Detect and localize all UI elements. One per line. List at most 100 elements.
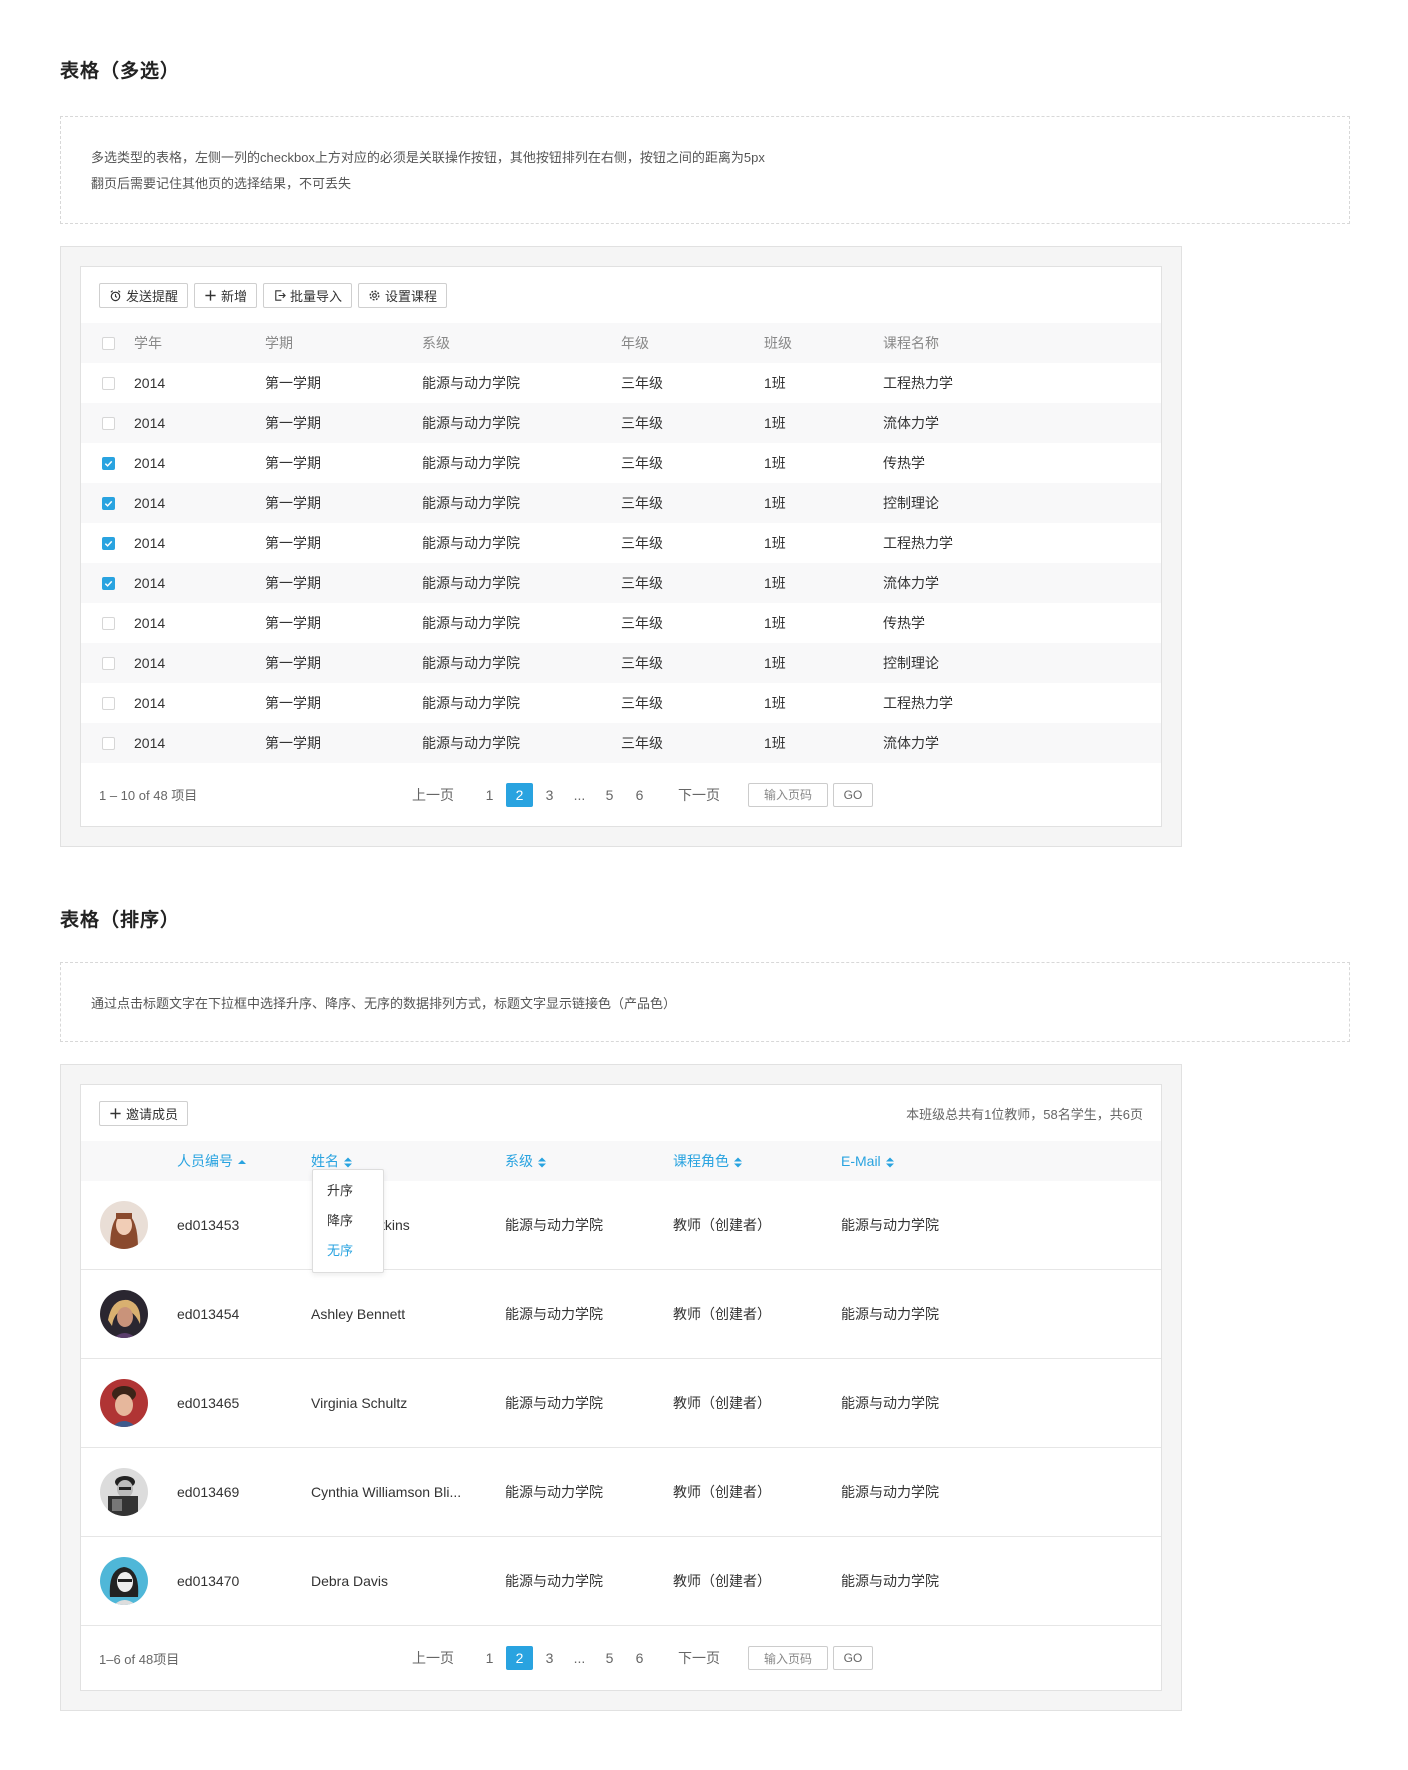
table-cell: 能源与动力学院	[422, 735, 520, 751]
page-number-button[interactable]: 1	[476, 1646, 503, 1670]
avatar	[100, 1379, 148, 1427]
table-cell-id: ed013465	[177, 1395, 240, 1411]
table-card: 发送提醒 新增 批量导入 设置课程 学年 学期 系级 年级 班级 课程名称 20…	[80, 266, 1162, 827]
column-label: 姓名	[311, 1153, 339, 1169]
table-cell-id: ed013470	[177, 1573, 240, 1589]
table-row: 2014 第一学期 能源与动力学院 三年级 1班 流体力学	[81, 403, 1161, 443]
avatar	[100, 1290, 148, 1338]
row-checkbox[interactable]	[102, 576, 115, 590]
toolbar: 发送提醒 新增 批量导入 设置课程	[81, 267, 1161, 323]
sort-header-name[interactable]: 姓名	[311, 1151, 505, 1171]
select-all-checkbox[interactable]	[102, 336, 115, 350]
table-cell: 工程热力学	[883, 375, 953, 391]
table-cell: 三年级	[621, 735, 663, 751]
table-cell: 流体力学	[883, 735, 939, 751]
table-cell-id: ed013469	[177, 1484, 240, 1500]
table-cell: 1班	[764, 695, 786, 711]
send-reminder-button[interactable]: 发送提醒	[99, 282, 189, 308]
row-checkbox[interactable]	[102, 736, 115, 750]
table-cell: 1班	[764, 575, 786, 591]
column-header: 班级	[764, 335, 792, 351]
sort-icon	[885, 1157, 894, 1168]
course-settings-button[interactable]: 设置课程	[358, 282, 448, 308]
avatar-cell	[81, 1201, 177, 1249]
page-number-button[interactable]: 6	[626, 783, 653, 807]
table-cell: 1班	[764, 495, 786, 511]
next-page-button[interactable]: 下一页	[670, 783, 728, 807]
avatar-cell	[81, 1290, 177, 1338]
page-number-button[interactable]: 5	[596, 1646, 623, 1670]
page-number-button[interactable]: 3	[536, 783, 563, 807]
table-cell: 工程热力学	[883, 695, 953, 711]
column-header: 年级	[621, 335, 649, 351]
table-row: 2014 第一学期 能源与动力学院 三年级 1班 控制理论	[81, 643, 1161, 683]
table-cell: 能源与动力学院	[422, 375, 520, 391]
sort-ascending-icon	[238, 1160, 246, 1165]
pagination-info: 1 – 10 of 48 项目	[99, 788, 198, 803]
table-cell-dept: 能源与动力学院	[505, 1395, 603, 1411]
table-cell: 1班	[764, 415, 786, 431]
sort-header-id[interactable]: 人员编号	[177, 1151, 311, 1171]
go-button[interactable]: GO	[833, 1646, 873, 1670]
table-panel-multiselect: 发送提醒 新增 批量导入 设置课程 学年 学期 系级 年级 班级 课程名称 20…	[60, 246, 1182, 847]
page-number-button[interactable]: 6	[626, 1646, 653, 1670]
table-cell: 能源与动力学院	[422, 415, 520, 431]
invite-member-button[interactable]: 邀请成员	[99, 1100, 189, 1126]
table-row: ed013453 tkins 能源与动力学院 教师（创建者） 能源与动力学院	[81, 1181, 1161, 1270]
table-cell: 流体力学	[883, 415, 939, 431]
table-row: ed013469 Cynthia Williamson Bli... 能源与动力学院…	[81, 1448, 1161, 1537]
table-row: ed013454 Ashley Bennett 能源与动力学院 教师（创建者） 能源与动…	[81, 1270, 1161, 1359]
row-checkbox[interactable]	[102, 696, 115, 710]
sort-option-asc[interactable]: 升序	[313, 1176, 383, 1206]
page-number-input[interactable]: 输入页码	[748, 1646, 828, 1670]
table-cell: 第一学期	[265, 615, 321, 631]
table-cell: 流体力学	[883, 575, 939, 591]
prev-page-button[interactable]: 上一页	[404, 1646, 462, 1670]
table-cell: 能源与动力学院	[422, 655, 520, 671]
description-line: 通过点击标题文字在下拉框中选择升序、降序、无序的数据排列方式，标题文字显示链接色…	[91, 996, 677, 1011]
page-number-input[interactable]: 输入页码	[748, 782, 828, 807]
next-page-button[interactable]: 下一页	[670, 1646, 728, 1670]
table-row: 2014 第一学期 能源与动力学院 三年级 1班 工程热力学	[81, 363, 1161, 403]
page-number-button[interactable]: 3	[536, 1646, 563, 1670]
table-cell-name: Cynthia Williamson Bli...	[311, 1484, 462, 1500]
sort-header-email[interactable]: E-Mail	[841, 1153, 1041, 1169]
avatar-cell	[81, 1379, 177, 1427]
table-cell: 能源与动力学院	[422, 495, 520, 511]
row-checkbox[interactable]	[102, 656, 115, 670]
row-checkbox[interactable]	[102, 416, 115, 430]
table-cell: 第一学期	[265, 695, 321, 711]
batch-import-button[interactable]: 批量导入	[263, 282, 353, 308]
avatar	[100, 1468, 148, 1516]
table-cell: 工程热力学	[883, 535, 953, 551]
prev-page-button[interactable]: 上一页	[404, 783, 462, 807]
sort-header-role[interactable]: 课程角色	[673, 1151, 841, 1171]
row-checkbox[interactable]	[102, 376, 115, 390]
add-button[interactable]: 新增	[194, 282, 258, 308]
pagination-bar: 1–6 of 48项目 上一页 1 2 3... 5 6 下一页 输入页码 GO	[81, 1626, 1161, 1690]
go-button[interactable]: GO	[833, 782, 873, 807]
row-checkbox[interactable]	[102, 456, 115, 470]
table-row: 2014 第一学期 能源与动力学院 三年级 1班 工程热力学	[81, 523, 1161, 563]
column-header: 课程名称	[883, 335, 939, 351]
table-cell: 2014	[134, 535, 166, 551]
sort-option-none[interactable]: 无序	[313, 1236, 383, 1266]
page-number-button[interactable]: 2	[506, 1646, 533, 1670]
button-label: 批量导入	[290, 288, 343, 304]
column-label: 人员编号	[177, 1153, 233, 1169]
page-number-button[interactable]: 5	[596, 783, 623, 807]
check-icon	[104, 540, 113, 547]
sort-option-desc[interactable]: 降序	[313, 1206, 383, 1236]
pagination: 上一页 1 2 3... 5 6 下一页 输入页码 GO	[404, 782, 873, 807]
page-number-button[interactable]: 2	[506, 782, 533, 807]
sort-header-dept[interactable]: 系级	[505, 1151, 673, 1171]
row-checkbox[interactable]	[102, 616, 115, 630]
table-cell-role: 教师（创建者）	[673, 1484, 771, 1500]
table-cell-role: 教师（创建者）	[673, 1395, 771, 1411]
row-checkbox[interactable]	[102, 536, 115, 550]
row-checkbox[interactable]	[102, 496, 115, 510]
page-number-button[interactable]: 1	[476, 783, 503, 807]
table-cell: 三年级	[621, 415, 663, 431]
sort-icon	[538, 1157, 546, 1168]
table-cell: 2014	[134, 735, 166, 751]
